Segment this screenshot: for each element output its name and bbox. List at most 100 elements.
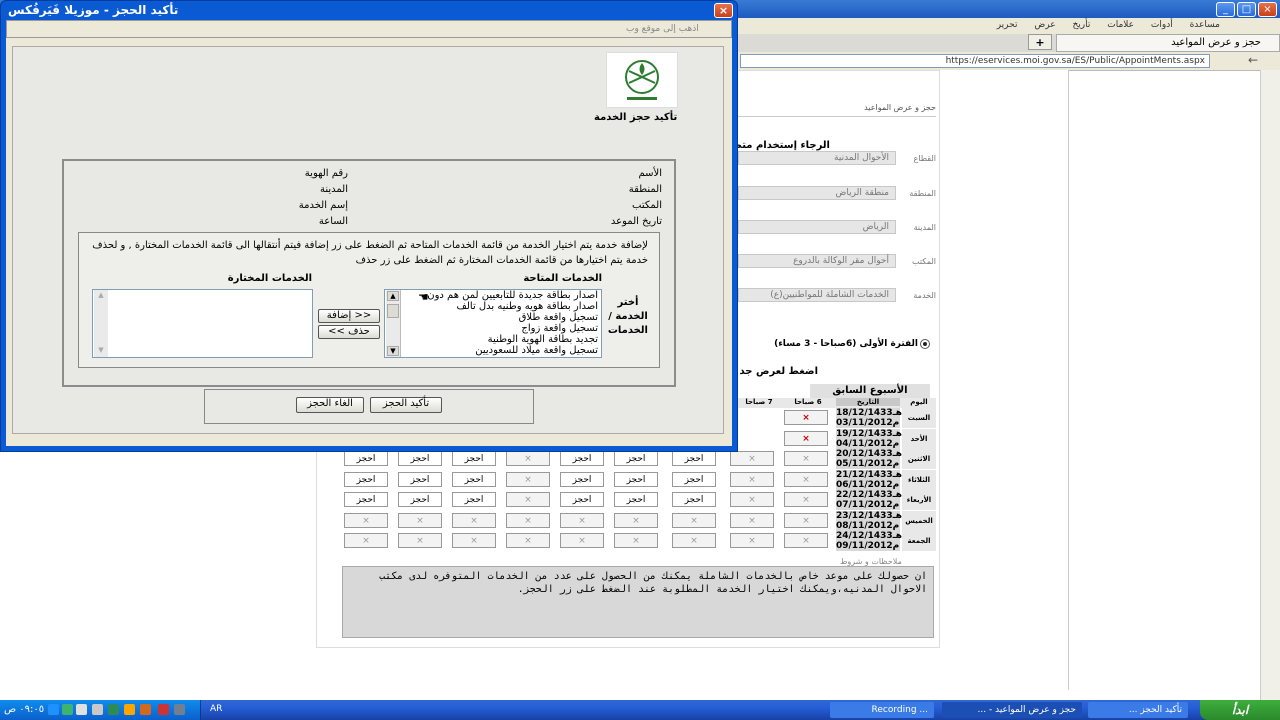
url-bar[interactable]: https://eservices.moi.gov.sa/ES/Public/A… [740,54,1210,68]
dialog-address-text: اذهب إلى موقع وب [626,24,699,34]
unavailable-slot: × [452,533,496,548]
day-cell: السبت [902,408,936,428]
bluetooth-icon[interactable] [48,704,59,715]
moi-logo [606,52,678,108]
unavailable-slot: × [506,512,550,528]
scroll-down-icon[interactable]: ▼ [387,346,399,356]
book-slot-button[interactable]: احجز [344,451,388,466]
task-confirm-dialog[interactable]: تأكيد الحجز ... [1088,702,1188,718]
region-field[interactable]: منطقة الرياض [738,186,896,200]
update-icon[interactable] [124,704,135,715]
office-label: المكتب [632,200,662,211]
browser-tab[interactable]: حجز و عرض المواعيد [1056,34,1280,52]
book-slot-button[interactable]: احجز [672,492,716,507]
book-slot-button[interactable]: احجز [614,451,658,466]
menu-tools[interactable]: أدوات [1151,20,1173,30]
book-slot-button[interactable]: احجز [452,451,496,466]
available-services-list[interactable]: اصدار بطاقة جديدة للتابعيين لمن هم دون ا… [384,289,602,358]
unavailable-slot: × [398,512,442,528]
selected-services-list[interactable] [92,289,313,358]
menu-history[interactable]: تأريخ [1072,20,1090,30]
power-icon[interactable] [174,704,185,715]
service-option[interactable]: تجديد بطاقة الهوية الوطنية [385,334,601,345]
office-field[interactable]: أحوال مقر الوكالة بالدروع [738,254,896,268]
day-cell: الأحد [902,428,936,449]
minimize-button[interactable]: _ [1216,2,1235,17]
dialog-close-button[interactable]: × [714,3,733,18]
unavailable-slot: × [784,410,828,425]
volume-icon[interactable] [92,704,103,715]
book-slot-button[interactable]: احجز [672,471,716,487]
book-slot-button[interactable]: احجز [560,471,604,487]
sector-label: القطاع [913,154,936,163]
scroll-thumb[interactable] [387,304,399,318]
service-field[interactable]: الخدمات الشاملة للمواطنيين(ع) [738,288,896,302]
date-cell: 22/12/1433هـ 07/11/2012م [836,490,902,510]
book-slot-button[interactable]: احجز [614,492,658,507]
sector-field[interactable]: الأحوال المدنية [738,151,896,165]
service-option[interactable]: تسجيل واقعة ميلاد للسعوديين [385,345,601,356]
book-slot-button[interactable]: احجز [398,492,442,507]
unavailable-slot: × [344,512,388,528]
day-cell: الجمعة [902,531,936,551]
task-appointments[interactable]: حجز و عرض المواعيد - ... [942,702,1082,718]
book-slot-button[interactable]: احجز [452,471,496,487]
period-label: الفترة الأولى (6صباحا - 3 مساء) [774,339,918,349]
close-button[interactable]: × [1258,2,1277,17]
network-icon[interactable] [62,704,73,715]
scroll-up-icon[interactable]: ▲ [387,291,399,301]
book-slot-button[interactable]: احجز [560,451,604,466]
maximize-button[interactable]: □ [1237,2,1256,17]
book-slot-button[interactable]: احجز [398,471,442,487]
period-radio[interactable] [920,339,930,349]
dialog-address-bar[interactable] [6,20,732,38]
task-recording[interactable]: Recording ... [830,702,934,718]
available-list-scrollbar[interactable]: ▲ ▼ [386,290,401,357]
unavailable-slot: × [730,471,774,487]
unavailable-slot: × [672,512,716,528]
notes-textarea[interactable]: ان حصولك على موعد خاص بالخدمات الشاملة ي… [342,566,934,638]
service-option[interactable]: تسجيل واقعة طلاق [385,312,601,323]
unavailable-slot: × [784,512,828,528]
book-slot-button[interactable]: احجز [672,451,716,466]
scroll-down-icon[interactable]: ▼ [95,346,107,356]
please-use-text: الرجاء إستخدام متص [738,140,830,151]
book-slot-button[interactable]: احجز [344,492,388,507]
col-7am-header: 7 صباحا [745,398,773,406]
confirm-booking-button[interactable]: تأكيد الحجز [370,397,442,413]
antivirus-icon[interactable] [76,704,87,715]
new-tab-button[interactable]: + [1028,34,1052,50]
book-slot-button[interactable]: احجز [344,471,388,487]
book-slot-button[interactable]: احجز [452,492,496,507]
display-icon[interactable] [140,704,151,715]
city-label: المدينة [913,223,936,232]
previous-week-link[interactable]: الأسبوع السابق [810,384,930,398]
city-field[interactable]: الرياض [738,220,896,234]
press-to-show-text: اضغط لعرض جد [739,366,818,377]
menu-edit[interactable]: تحرير [997,20,1018,30]
book-slot-button[interactable]: احجز [398,451,442,466]
selected-list-scrollbar[interactable]: ▲ ▼ [94,290,108,357]
name-label: الأسم [638,168,662,179]
unavailable-slot: × [614,533,658,548]
unavailable-slot: × [398,533,442,548]
add-service-button[interactable]: إضافة >> [318,309,380,323]
language-indicator[interactable]: AR [210,704,222,714]
book-slot-button[interactable]: احجز [614,471,658,487]
scroll-up-icon[interactable]: ▲ [95,291,107,301]
start-button[interactable]: ابدأ [1200,700,1280,720]
flag-icon[interactable] [158,704,169,715]
notes-label: ملاحظات و شروط [840,557,902,566]
remove-service-button[interactable]: << حذف [318,325,380,339]
page-scrollbar[interactable] [1260,70,1280,700]
menu-help[interactable]: مساعدة [1190,20,1220,30]
menu-view[interactable]: عرض [1034,20,1055,30]
menu-bookmarks[interactable]: علامات [1107,20,1134,30]
date-cell: 18/12/1433هـ 03/11/2012م [836,408,902,428]
service-option[interactable]: تسجيل واقعة زواج [385,323,601,334]
security-icon[interactable] [108,704,119,715]
dialog-title: تأكيد الحجز - موزيلا فَيَرفُكس [8,3,179,17]
back-arrow-icon[interactable]: ← [1248,53,1258,67]
cancel-booking-button[interactable]: الغاء الحجز [296,397,364,413]
book-slot-button[interactable]: احجز [560,492,604,507]
